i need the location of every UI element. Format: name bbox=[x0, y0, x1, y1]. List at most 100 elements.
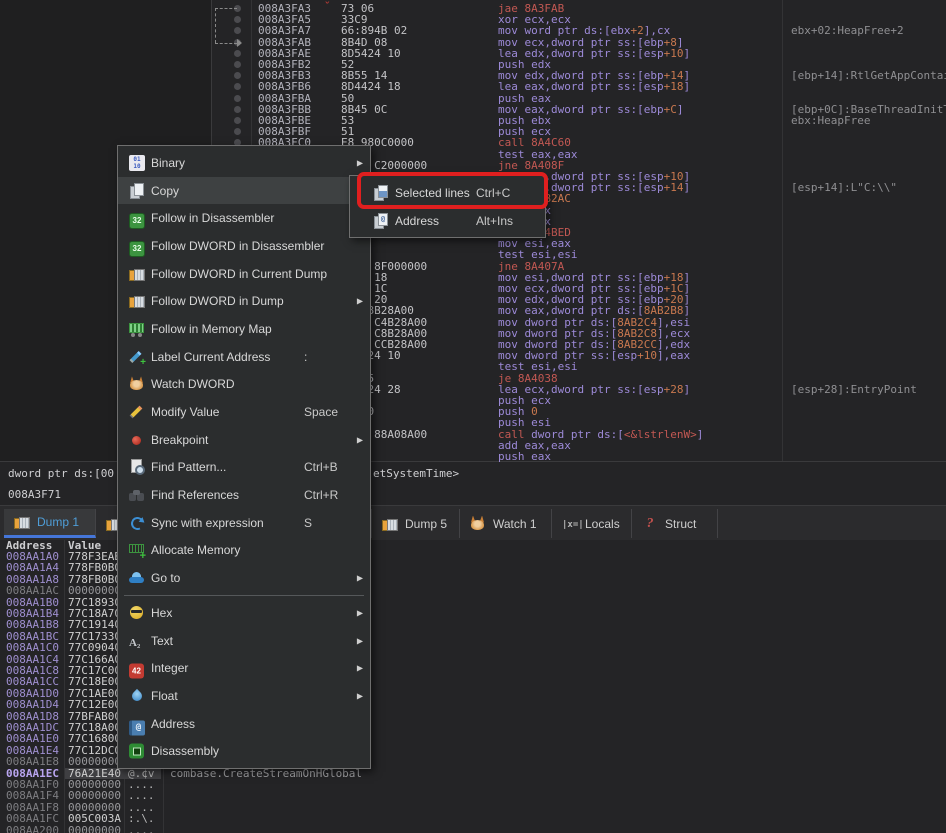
info-operand-text: dword ptr ds:[00 bbox=[8, 467, 114, 480]
copy-address-icon bbox=[373, 213, 389, 229]
disasm-row[interactable]: 008A3FBE53push ebxebx:HeapFree bbox=[212, 115, 946, 126]
hex-icon bbox=[129, 605, 145, 621]
comment-cell: ebx+02:HeapFree+2 bbox=[791, 25, 904, 36]
instruction-token: +C bbox=[664, 103, 677, 116]
pencil-icon bbox=[129, 404, 145, 420]
menu-item-follow-in-memory-map[interactable]: Follow in Memory Map bbox=[118, 315, 370, 343]
find-pattern-icon bbox=[129, 459, 145, 475]
submenu-arrow-icon: ▶ bbox=[357, 608, 363, 617]
menu-item-disassembly[interactable]: Disassembly bbox=[118, 737, 370, 765]
submenu-arrow-icon: ▶ bbox=[357, 664, 363, 673]
breakpoint-dot[interactable] bbox=[234, 16, 241, 23]
menu-item-binary[interactable]: Binary▶ bbox=[118, 149, 370, 177]
menu-item-label-current-address[interactable]: Label Current Address: bbox=[118, 343, 370, 371]
dump-value-cell: 00000000 bbox=[68, 756, 121, 767]
breakpoint-dot[interactable] bbox=[234, 72, 241, 79]
menu-item-label: Breakpoint bbox=[151, 433, 208, 447]
menu-item-label: Hex bbox=[151, 606, 172, 620]
instruction-token: +18 bbox=[664, 80, 684, 93]
menu-separator bbox=[124, 595, 364, 596]
address-icon bbox=[129, 720, 145, 735]
tab-struct[interactable]: Struct bbox=[632, 509, 718, 538]
comment-cell: [esp+28]:EntryPoint bbox=[791, 384, 917, 395]
menu-item-label: Integer bbox=[151, 661, 188, 675]
menu-item-follow-dword-in-disassembler[interactable]: Follow DWORD in Disassembler bbox=[118, 232, 370, 260]
jump-taken-icon: ˇ bbox=[324, 1, 331, 12]
menu-item-follow-dword-in-dump[interactable]: Follow DWORD in Dump▶ bbox=[118, 287, 370, 315]
menu-item-label: Text bbox=[151, 634, 173, 648]
breakpoint-dot[interactable] bbox=[234, 61, 241, 68]
menu-item-allocate-memory[interactable]: Allocate Memory bbox=[118, 537, 370, 565]
disasm-row[interactable]: 008A3FBF51push ecx bbox=[212, 126, 946, 137]
dump-value-cell: 77C09040 bbox=[68, 642, 121, 653]
tab-watch-1[interactable]: Watch 1 bbox=[460, 509, 552, 538]
menu-item-integer[interactable]: Integer ▶ bbox=[118, 654, 370, 682]
submenu-item-label: Address bbox=[395, 214, 439, 228]
menu-item-follow-dword-in-current-dump[interactable]: Follow DWORD in Current Dump bbox=[118, 260, 370, 288]
menu-item-modify-value[interactable]: Modify ValueSpace bbox=[118, 398, 370, 426]
cpu-icon bbox=[129, 241, 145, 257]
menu-item-hex[interactable]: Hex ▶ bbox=[118, 599, 370, 627]
menu-item-label: Disassembly bbox=[151, 744, 219, 758]
dump-icon bbox=[382, 516, 398, 532]
dump-address-cell: 008AA1E8 bbox=[6, 756, 59, 767]
disasm-row[interactable]: 008A3FB68D4424 18lea eax,dword ptr ss:[e… bbox=[212, 81, 946, 92]
dump-row[interactable]: 008AA20000000000.... bbox=[0, 825, 946, 833]
menu-item-label: Allocate Memory bbox=[151, 543, 240, 557]
dump-row[interactable]: 008AA1FC 005C003A :.\. bbox=[0, 813, 946, 824]
dump-ascii-cell: :.\. bbox=[128, 813, 155, 824]
instruction-token: ] bbox=[683, 47, 690, 60]
bytes-cell: 8D4424 18 bbox=[341, 81, 401, 92]
binary-icon bbox=[129, 155, 145, 171]
breakpoint-dot[interactable] bbox=[234, 27, 241, 34]
submenu-arrow-icon: ▶ bbox=[357, 297, 363, 306]
context-menu: Binary▶Copy▶ Follow in Disassembler Follow… bbox=[117, 145, 371, 769]
menu-item-shortcut: S bbox=[304, 516, 312, 530]
disasm-row[interactable]: 008A3FAE8D5424 10lea edx,dword ptr ss:[e… bbox=[212, 48, 946, 59]
menu-item-label: Go to bbox=[151, 571, 180, 585]
disassembly-icon bbox=[129, 744, 144, 759]
menu-item-sync-with-expression[interactable]: Sync with expressionS bbox=[118, 509, 370, 537]
menu-item-follow-in-disassembler[interactable]: Follow in Disassembler bbox=[118, 204, 370, 232]
text-icon bbox=[129, 633, 145, 649]
breakpoint-dot[interactable] bbox=[234, 106, 241, 113]
menu-item-copy[interactable]: Copy▶ bbox=[118, 177, 370, 205]
tab-label: Dump 1 bbox=[37, 515, 79, 529]
breakpoint-dot[interactable] bbox=[234, 128, 241, 135]
submenu-arrow-icon: ▶ bbox=[357, 158, 363, 167]
menu-item-label: Watch DWORD bbox=[151, 377, 235, 391]
dump-icon bbox=[14, 514, 30, 530]
dump-value-cell: 005C003A bbox=[68, 813, 121, 824]
tab-dump-1[interactable]: Dump 1 bbox=[4, 509, 96, 538]
breakpoint-dot[interactable] bbox=[234, 50, 241, 57]
breakpoint-dot[interactable] bbox=[234, 83, 241, 90]
menu-item-go-to[interactable]: Go to▶ bbox=[118, 564, 370, 592]
copy-icon bbox=[129, 183, 145, 199]
disasm-row[interactable]: 008A3FA3ˇ73 06jae 8A3FAB bbox=[212, 3, 946, 14]
breakpoint-dot[interactable] bbox=[234, 117, 241, 124]
menu-item-find-references[interactable]: Find ReferencesCtrl+R bbox=[118, 481, 370, 509]
breakpoint-dot[interactable] bbox=[234, 95, 241, 102]
menu-item-text[interactable]: Text▶ bbox=[118, 627, 370, 655]
menu-item-address[interactable]: Address bbox=[118, 710, 370, 738]
dump-icon bbox=[129, 266, 145, 282]
dump-address-cell: 008AA1FC bbox=[6, 813, 59, 824]
dump-comment-cell: combase.CreateStreamOnHGlobal bbox=[170, 768, 362, 779]
watch-icon bbox=[470, 516, 486, 532]
jump-arrowhead-icon bbox=[237, 39, 242, 47]
tab-locals[interactable]: Locals bbox=[552, 509, 632, 538]
menu-item-watch-dword[interactable]: Watch DWORD bbox=[118, 371, 370, 399]
disasm-row[interactable]: 008A3FBB8B45 0Cmov eax,dword ptr ss:[ebp… bbox=[212, 104, 946, 115]
instruction-cell: push eax bbox=[498, 451, 551, 462]
cpu-icon bbox=[129, 213, 145, 229]
annotation-highlight-box bbox=[357, 172, 548, 209]
menu-item-find-pattern[interactable]: Find Pattern...Ctrl+B bbox=[118, 454, 370, 482]
menu-item-breakpoint[interactable]: Breakpoint▶ bbox=[118, 426, 370, 454]
instruction-token: +10 bbox=[637, 349, 657, 362]
jump-arrow-line bbox=[215, 8, 237, 9]
menu-item-label: Follow in Disassembler bbox=[151, 211, 274, 225]
menu-item-float[interactable]: Float▶ bbox=[118, 682, 370, 710]
label-icon bbox=[129, 349, 145, 365]
tab-dump-5[interactable]: Dump 5 bbox=[372, 509, 460, 538]
submenu-item-address[interactable]: AddressAlt+Ins bbox=[350, 207, 545, 235]
